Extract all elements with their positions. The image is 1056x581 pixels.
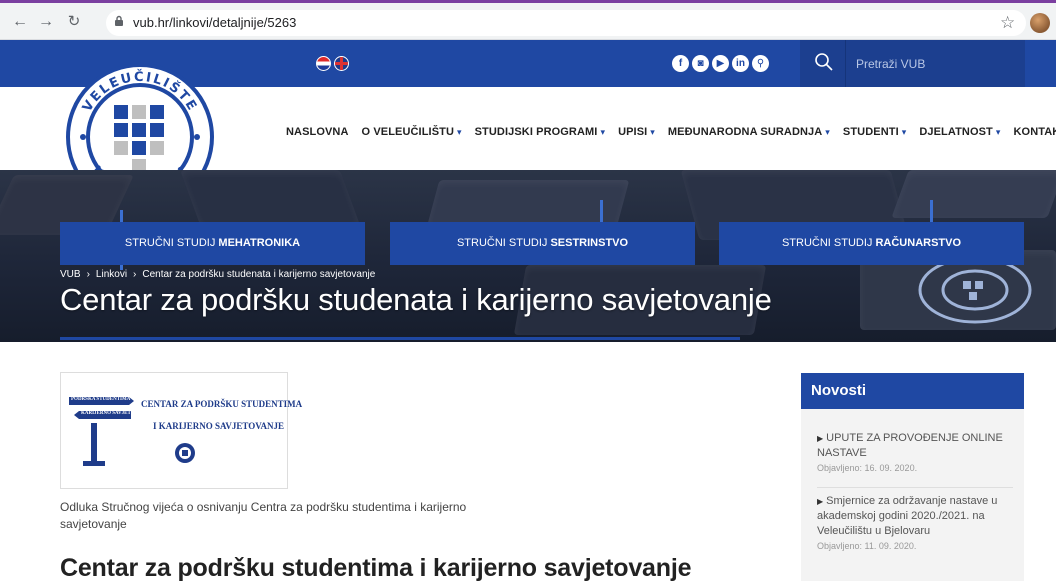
breadcrumb-item[interactable]: VUB bbox=[60, 269, 81, 280]
nav-item-label: KONTAKT bbox=[1013, 126, 1056, 138]
breadcrumb-separator: › bbox=[133, 269, 137, 280]
bullet-arrow-icon: ▶ bbox=[817, 497, 824, 506]
nav-item-label: DJELATNOST bbox=[919, 126, 993, 138]
croatian-flag-icon[interactable] bbox=[316, 56, 331, 71]
study-button-prefix: STRUČNI STUDIJ bbox=[124, 237, 219, 249]
facebook-icon[interactable]: f bbox=[672, 55, 689, 72]
image-caption-line1: CENTAR ZA PODRŠKU STUDENTIMA bbox=[141, 399, 303, 409]
youtube-icon[interactable]: ▶ bbox=[712, 55, 729, 72]
nav-item-label: NASLOVNA bbox=[286, 126, 349, 138]
news-item-title-row: ▶ Smjernice za održavanje nastave u akade… bbox=[817, 494, 1017, 539]
cap-logo-emblem bbox=[918, 256, 1032, 324]
study-button-računarstvo[interactable]: STRUČNI STUDIJ RAČUNARSTVO bbox=[719, 222, 1024, 265]
chevron-down-icon: ▾ bbox=[457, 127, 462, 137]
url-text[interactable]: vub.hr/linkovi/detaljnije/5263 bbox=[133, 15, 296, 30]
news-item-title-row: ▶ UPUTE ZA PROVOĐENJE ONLINE NASTAVE bbox=[817, 431, 1017, 461]
news-item-title[interactable]: Smjernice za održavanje nastave u akadem… bbox=[817, 495, 997, 537]
linkedin-icon[interactable]: in bbox=[732, 55, 749, 72]
news-item[interactable]: ▶ UPUTE ZA PROVOĐENJE ONLINE NASTAVE Objav… bbox=[817, 431, 1017, 473]
breadcrumb-separator: › bbox=[86, 269, 90, 280]
news-separator bbox=[817, 487, 1013, 488]
study-button-name: SESTRINSTVO bbox=[550, 237, 629, 249]
main-nav: NASLOVNA O VELEUČILIŠTU ▾ STUDIJSKI PROGRAM… bbox=[286, 124, 1056, 140]
news-item-date: Objavljeno: 16. 09. 2020. bbox=[817, 463, 918, 473]
nav-item-djelatnost[interactable]: DJELATNOST ▾ bbox=[919, 126, 1000, 138]
study-button-name: RAČUNARSTVO bbox=[875, 237, 962, 249]
nav-item-label: STUDENTI bbox=[842, 126, 899, 138]
centar-image: PODRŠKA STUDENTIMA KARIJERNO SAVJETOVANJ… bbox=[60, 372, 302, 489]
study-button-name: MEHATRONIKA bbox=[218, 237, 301, 249]
study-button-sestrinstvo[interactable]: STRUČNI STUDIJ SESTRINSTVO bbox=[390, 222, 695, 265]
study-button-mehatronika[interactable]: STRUČNI STUDIJ MEHATRONIKA bbox=[60, 222, 365, 265]
nav-item-kontakt[interactable]: KONTAKT bbox=[1014, 126, 1056, 138]
nav-item-studijski-programi[interactable]: STUDIJSKI PROGRAMI ▾ bbox=[475, 126, 605, 138]
nav-item-label: UPISI bbox=[618, 126, 648, 138]
instagram-icon[interactable]: ◙ bbox=[692, 55, 709, 72]
breadcrumb-item: Centar za podršku studenata i karijerno … bbox=[142, 269, 376, 280]
browser-toolbar: ← → ↻ vub.hr/linkovi/detaljnije/5263 ☆ bbox=[0, 0, 1056, 40]
nav-item-naslovna[interactable]: NASLOVNA bbox=[286, 126, 349, 138]
decision-link[interactable]: Odluka Stručnog vijeća o osnivanju Centr… bbox=[60, 499, 520, 533]
location-icon[interactable]: ⚲ bbox=[752, 55, 769, 72]
sign-support-text: PODRŠKA STUDENTIMA bbox=[71, 397, 131, 402]
study-button-prefix: STRUČNI STUDIJ bbox=[781, 237, 876, 249]
back-icon[interactable]: ← bbox=[10, 12, 30, 32]
search-input[interactable] bbox=[856, 54, 1016, 74]
image-caption-line2: I KARIJERNO SAVJETOVANJE bbox=[153, 421, 285, 431]
bookmark-star-icon[interactable]: ☆ bbox=[1000, 13, 1015, 33]
english-flag-icon[interactable] bbox=[334, 56, 349, 71]
search-box bbox=[800, 40, 1025, 87]
reload-icon[interactable]: ↻ bbox=[64, 12, 84, 32]
nav-item-upisi[interactable]: UPISI ▾ bbox=[618, 126, 655, 138]
nav-item-label: O VELEUČILIŠTU bbox=[361, 126, 454, 138]
chevron-down-icon: ▾ bbox=[600, 127, 606, 137]
chevron-down-icon: ▾ bbox=[901, 127, 907, 137]
nav-item-o-veleučilištu[interactable]: O VELEUČILIŠTU ▾ bbox=[362, 126, 462, 138]
title-underline bbox=[60, 337, 740, 340]
news-title: Novosti bbox=[801, 373, 1024, 409]
profile-avatar[interactable] bbox=[1030, 13, 1050, 33]
chevron-down-icon: ▾ bbox=[995, 127, 1001, 137]
nav-item-međunarodna-suradnja[interactable]: MEĐUNARODNA SURADNJA ▾ bbox=[668, 126, 830, 138]
chevron-down-icon: ▾ bbox=[825, 127, 830, 137]
search-icon[interactable] bbox=[814, 52, 834, 72]
breadcrumb: VUB › Linkovi › Centar za podršku studenata … bbox=[60, 269, 375, 280]
news-item-title[interactable]: UPUTE ZA PROVOĐENJE ONLINE NASTAVE bbox=[817, 432, 1003, 459]
forward-icon[interactable]: → bbox=[36, 12, 56, 32]
lock-icon bbox=[115, 15, 123, 26]
breadcrumb-item[interactable]: Linkovi bbox=[96, 269, 127, 280]
chevron-down-icon: ▾ bbox=[650, 127, 655, 137]
nav-item-label: STUDIJSKI PROGRAMI bbox=[474, 126, 598, 138]
page-title: Centar za podršku studenata i karijerno … bbox=[60, 282, 772, 317]
news-item[interactable]: ▶ Smjernice za održavanje nastave u akade… bbox=[817, 494, 1017, 551]
sign-career-text: KARIJERNO SAVJETOVANJE bbox=[81, 411, 151, 416]
nav-item-studenti[interactable]: STUDENTI ▾ bbox=[843, 126, 906, 138]
signpost-illustration bbox=[69, 397, 195, 466]
news-item-date: Objavljeno: 11. 09. 2020. bbox=[817, 541, 917, 551]
nav-item-label: MEĐUNARODNA SURADNJA bbox=[667, 126, 823, 138]
study-button-prefix: STRUČNI STUDIJ bbox=[456, 237, 551, 249]
content-heading: Centar za podršku studentima i karijerno… bbox=[60, 554, 692, 581]
bullet-arrow-icon: ▶ bbox=[817, 434, 824, 443]
